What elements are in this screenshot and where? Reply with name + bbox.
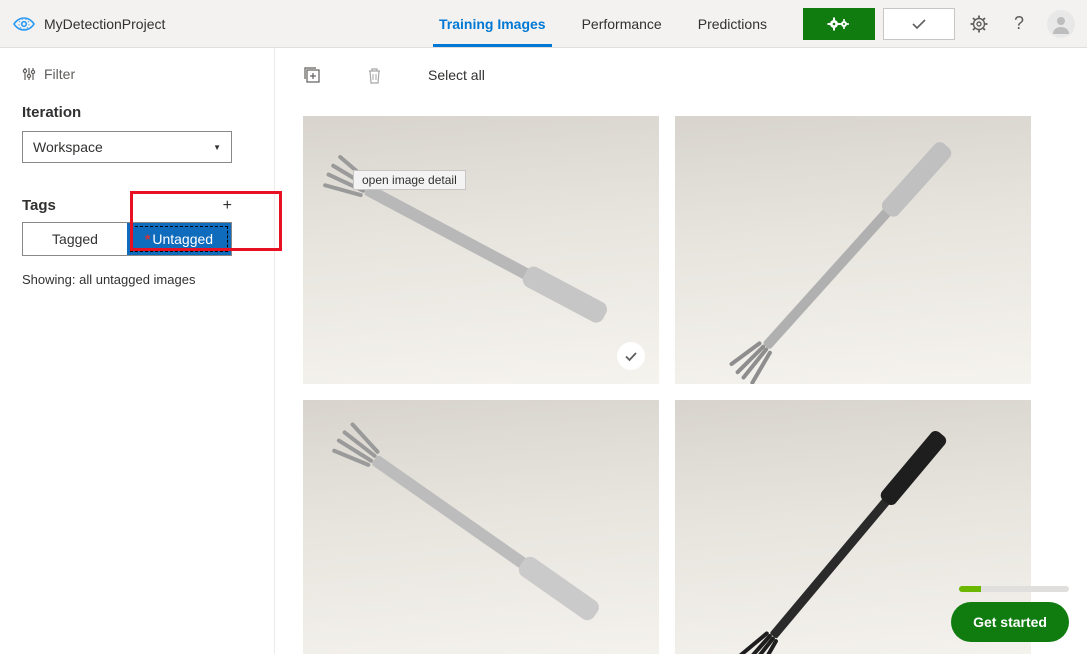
showing-text: Showing: all untagged images [22, 272, 252, 287]
tab-performance[interactable]: Performance [582, 0, 662, 47]
progress-fill [959, 586, 981, 592]
top-bar: MyDetectionProject Training Images Perfo… [0, 0, 1087, 48]
segment-tagged[interactable]: Tagged [23, 223, 127, 255]
iteration-value: Workspace [33, 139, 103, 155]
filter-label: Filter [44, 66, 75, 82]
chevron-down-icon: ▼ [213, 143, 221, 152]
check-icon [624, 351, 638, 362]
filter-icon [22, 67, 36, 81]
person-icon [1050, 13, 1072, 35]
filter-row[interactable]: Filter [22, 66, 252, 82]
tags-label: Tags [22, 197, 56, 214]
tooltip: open image detail [353, 170, 466, 190]
help-button[interactable]: ? [1003, 8, 1035, 40]
delete-button[interactable] [367, 67, 382, 84]
select-badge[interactable] [617, 342, 645, 370]
main: Filter Iteration Workspace ▼ Tags + Tagg… [0, 48, 1087, 654]
tags-section: Tags + Tagged *Untagged Showing: all unt… [22, 197, 252, 287]
progress-bar [959, 586, 1069, 592]
tab-predictions[interactable]: Predictions [698, 0, 767, 47]
thumbnail-image [303, 116, 659, 384]
tag-filter-segmented: Tagged *Untagged [22, 222, 232, 256]
get-started-panel: Get started [951, 586, 1069, 642]
image-thumbnail[interactable] [675, 116, 1031, 384]
image-thumbnail[interactable] [303, 400, 659, 654]
gears-icon [827, 16, 851, 32]
image-grid: open image detail [303, 116, 1059, 654]
avatar[interactable] [1047, 10, 1075, 38]
check-icon [911, 18, 927, 30]
asterisk-icon: * [145, 231, 150, 247]
eye-icon [12, 12, 36, 36]
gear-icon [970, 15, 988, 33]
train-button[interactable] [803, 8, 875, 40]
tabs: Training Images Performance Predictions [439, 0, 767, 47]
add-images-button[interactable] [303, 66, 321, 84]
sidebar: Filter Iteration Workspace ▼ Tags + Tagg… [0, 48, 275, 654]
add-image-icon [303, 66, 321, 84]
iteration-label: Iteration [22, 104, 252, 121]
iteration-select[interactable]: Workspace ▼ [22, 131, 232, 163]
thumbnail-image [675, 116, 1031, 384]
image-thumbnail[interactable]: open image detail [303, 116, 659, 384]
settings-button[interactable] [963, 8, 995, 40]
help-icon: ? [1014, 13, 1024, 34]
get-started-button[interactable]: Get started [951, 602, 1069, 642]
project-name: MyDetectionProject [44, 16, 165, 32]
quick-test-button[interactable] [883, 8, 955, 40]
tab-training-images[interactable]: Training Images [439, 0, 546, 47]
segment-untagged[interactable]: *Untagged [127, 223, 231, 255]
select-all-button[interactable]: Select all [428, 67, 485, 83]
add-tag-button[interactable]: + [223, 198, 232, 214]
content: Select all open [275, 48, 1087, 654]
logo: MyDetectionProject [12, 12, 165, 36]
thumbnail-image [303, 400, 659, 654]
trash-icon [367, 67, 382, 84]
content-toolbar: Select all [303, 66, 1059, 84]
